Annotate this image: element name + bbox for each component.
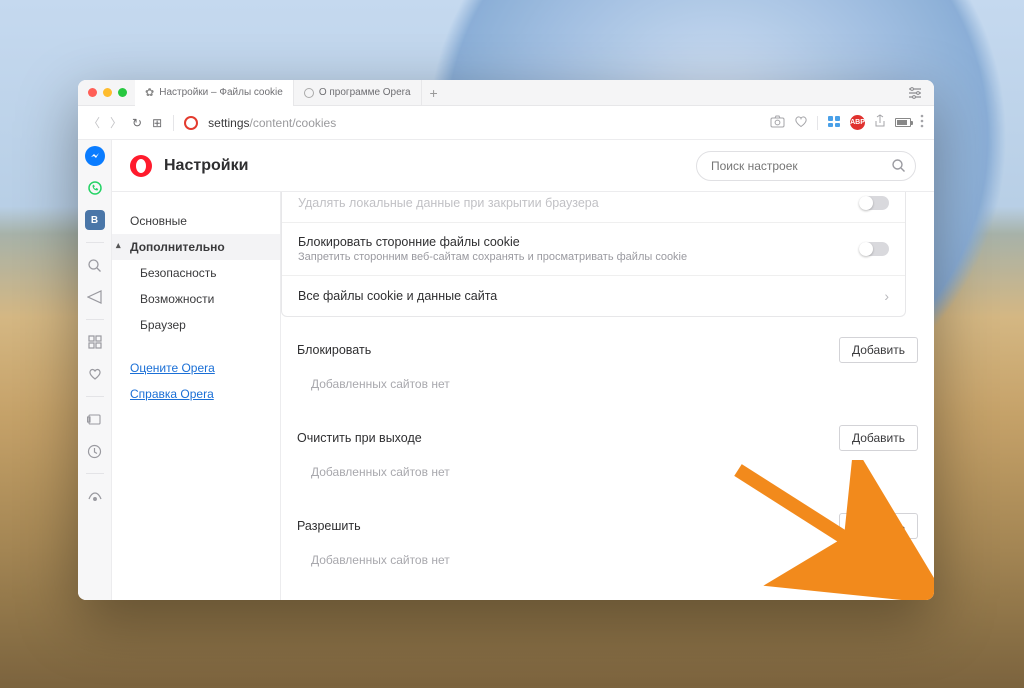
add-clear-button[interactable]: Добавить [839,425,918,451]
search-input[interactable] [696,151,916,181]
opera-logo-icon [130,155,152,177]
row-label: Все файлы cookie и данные сайта [298,289,884,303]
sidenav-rate-link[interactable]: Оцените Opera [130,356,280,380]
back-icon[interactable]: 〈 [88,114,100,131]
row-label: Блокировать сторонние файлы cookie [298,235,859,249]
separator [817,116,818,130]
history-icon[interactable] [85,441,105,461]
url-host: settings [208,116,249,130]
settings-sidebar-icon[interactable] [85,486,105,506]
sidenav-security[interactable]: Безопасность [140,260,280,286]
address-bar[interactable]: settings/content/cookies [208,116,760,130]
row-block-third-party[interactable]: Блокировать сторонние файлы cookie Запре… [282,222,905,275]
maximize-window-icon[interactable] [118,88,127,97]
row-description: Запретить сторонним веб-сайтам сохранять… [298,251,859,263]
sidenav-features[interactable]: Возможности [140,286,280,312]
add-block-button[interactable]: Добавить [839,337,918,363]
sidebar-extensions-icon[interactable] [827,115,841,131]
row-delete-on-close[interactable]: Удалять локальные данные при закрытии бр… [282,192,905,222]
row-label: Удалять локальные данные при закрытии бр… [298,196,859,210]
easy-setup-icon[interactable] [900,87,930,99]
bookmarks-sidebar-icon[interactable] [85,364,105,384]
url-path: /content/cookies [250,116,337,130]
section-clear-on-exit: Очистить при выходе Добавить [281,405,934,457]
add-allow-button[interactable]: Добавить [839,513,918,539]
sidebar-rail: B [78,140,112,600]
separator [86,473,104,474]
personal-news-icon[interactable] [85,287,105,307]
tab-settings-cookies[interactable]: ✿ Настройки – Файлы cookie [135,80,294,106]
new-tab-button[interactable]: + [422,85,446,101]
snapshot-sidebar-icon[interactable] [85,409,105,429]
reload-icon[interactable]: ↻ [132,116,142,130]
separator [86,242,104,243]
tab-label: О программе Opera [319,87,411,98]
vk-icon[interactable]: B [85,210,105,230]
section-block: Блокировать Добавить [281,317,934,369]
search-icon [891,158,906,178]
toggle-switch[interactable] [859,242,889,256]
share-icon[interactable] [874,114,886,131]
forward-icon[interactable]: 〉 [110,114,122,131]
main-area: Настройки Основные Дополнительно Безопас… [112,140,934,600]
section-label: Очистить при выходе [297,431,839,445]
chevron-right-icon: › [884,288,889,304]
allow-empty-text: Добавленных сайтов нет [281,545,934,581]
separator [86,319,104,320]
heart-icon[interactable] [794,115,808,131]
toolbar-actions: ABP [770,114,924,131]
battery-icon [895,118,911,127]
sidenav-advanced[interactable]: Дополнительно [112,234,280,260]
whatsapp-icon[interactable] [85,178,105,198]
speed-dial-sidebar-icon[interactable] [85,332,105,352]
gear-icon: ✿ [145,86,154,99]
messenger-icon[interactable] [85,146,105,166]
close-window-icon[interactable] [88,88,97,97]
minimize-window-icon[interactable] [103,88,112,97]
section-label: Блокировать [297,343,839,357]
page-title: Настройки [164,157,248,175]
sidenav-browser[interactable]: Браузер [140,312,280,338]
menu-icon[interactable] [920,114,924,131]
window-controls[interactable] [82,88,135,97]
settings-sidenav: Основные Дополнительно Безопасность Возм… [112,192,280,600]
speed-dial-icon[interactable]: ⊞ [152,116,163,130]
settings-search [696,151,916,181]
browser-window: ✿ Настройки – Файлы cookie О программе O… [78,80,934,600]
separator [86,396,104,397]
adblock-icon[interactable]: ABP [850,115,865,130]
toolbar: 〈 〉 ↻ ⊞ settings/content/cookies ABP [78,106,934,140]
block-empty-text: Добавленных сайтов нет [281,369,934,405]
separator [173,115,174,131]
search-sidebar-icon[interactable] [85,255,105,275]
row-all-cookies[interactable]: Все файлы cookie и данные сайта › [282,275,905,316]
opera-badge-icon [184,116,198,130]
clear-empty-text: Добавленных сайтов нет [281,457,934,493]
tab-strip: ✿ Настройки – Файлы cookie О программе O… [78,80,934,106]
tab-about-opera[interactable]: О программе Opera [294,80,422,106]
sidenav-help-link[interactable]: Справка Opera [130,382,280,406]
tab-label: Настройки – Файлы cookie [159,87,283,98]
opera-icon [304,88,314,98]
snapshot-icon[interactable] [770,115,785,131]
section-allow: Разрешить Добавить [281,493,934,545]
section-label: Разрешить [297,519,839,533]
sidenav-basic[interactable]: Основные [130,208,280,234]
settings-header: Настройки [112,140,934,192]
settings-pane: Удалять локальные данные при закрытии бр… [280,192,934,600]
toggle-switch[interactable] [859,196,889,210]
